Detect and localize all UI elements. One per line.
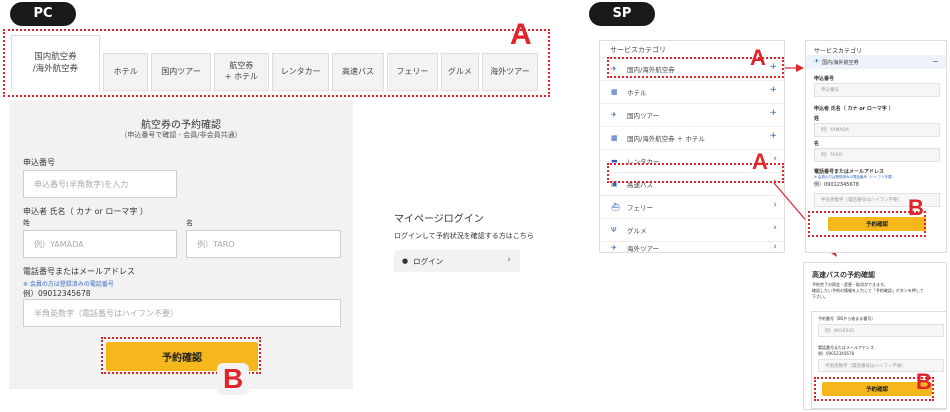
bus-desc2: 確認したい予約の情報を入力して「予約確認」ボタンを押して (812, 288, 924, 293)
sp-contact-note: ※ 会員の方は登録済みの電話番号（ハイフン不要） (814, 175, 896, 179)
mypage-login-button[interactable]: ● ログイン › (394, 250, 520, 272)
sp-app-no-input[interactable]: 申込番号 (814, 83, 940, 97)
sp-cat-label: 海外ツアー (627, 244, 660, 253)
plane-icon: ✈ (611, 111, 617, 119)
chevron-right-icon: › (773, 223, 777, 233)
sp-last-label: 姓 (814, 116, 820, 122)
form-subtitle: （申込番号で確認 - 会員/非会員共通） (120, 131, 242, 139)
sp-cat-label: ホテル (627, 89, 647, 97)
sp-app-no-label: 申込番号 (814, 76, 835, 82)
sp-first-label: 名 (814, 141, 820, 147)
fork-icon: Ψ (611, 226, 617, 234)
sp-cat-label: グルメ (627, 227, 647, 235)
sp-contact-label: 電話番号またはメールアドレス (814, 169, 885, 175)
chevron-right-icon: › (773, 242, 777, 252)
form-title: 航空券の予約確認 (141, 120, 221, 131)
last-name-input[interactable]: 例）YAMADA (23, 230, 177, 258)
plus-icon: + (769, 85, 777, 95)
marker-b-pc: B (217, 363, 250, 395)
sp-category-head: サービスカテゴリ (610, 46, 666, 54)
sp-contact-example: 例）09012345678 (814, 182, 859, 188)
last-name-label: 姓 (23, 219, 30, 227)
sp-cat-label: 国内/海外航空券 ＋ ホテル (627, 135, 705, 143)
sp-cat-ferry[interactable]: ⛴ フェリー › (600, 195, 784, 218)
bus-app-no-input[interactable]: 例）8910345 (818, 324, 944, 337)
marker-b-sp2: B (916, 369, 932, 394)
contact-example: 例）09012345678 (23, 289, 91, 298)
plus-icon: + (769, 131, 777, 141)
user-icon: ● (402, 257, 409, 265)
contact-note: ※ 会員の方は登録済みの電話番号 (23, 281, 114, 288)
mypage-desc: ログインして予約状況を確認する方はこちら (394, 232, 534, 240)
chevron-right-icon: › (507, 255, 511, 265)
pc-tabs-highlight (3, 29, 550, 97)
pc-label: PC (10, 2, 76, 26)
sp-form-head: サービスカテゴリ (814, 48, 863, 55)
sp-cat-gourmet[interactable]: Ψ グルメ › (600, 218, 784, 241)
plane-icon: ✈ (611, 243, 617, 252)
marker-a-pc: A (510, 18, 532, 51)
bus-title: 高速バスの予約確認 (812, 271, 875, 279)
first-name-label: 名 (186, 219, 193, 227)
plus-icon: + (769, 108, 777, 118)
bus-contact-example: 例）09012345678 (818, 351, 854, 356)
bus-app-no-label: 予約番号（BSから始まる番号） (818, 316, 876, 321)
minus-icon[interactable]: − (932, 57, 939, 66)
chevron-right-icon: › (773, 200, 777, 210)
sp-form-cat: 国内/海外航空券 (822, 60, 859, 66)
sp-cat-label: フェリー (627, 204, 653, 212)
contact-input[interactable]: 半角英数字（電話番号はハイフン不要） (23, 299, 341, 327)
ship-icon: ⛴ (611, 203, 620, 211)
plane-icon: ✈ (814, 58, 820, 65)
name-label: 申込者 氏名（ カナ or ローマ字 ） (23, 207, 148, 216)
login-label: ログイン (413, 256, 444, 266)
marker-a-sp2: A (752, 149, 768, 174)
sp-cat-hotel[interactable]: ▦ ホテル + (600, 80, 784, 103)
marker-b-sp1: B (908, 195, 924, 220)
marker-a-sp1: A (750, 45, 766, 70)
sp-label: SP (589, 2, 655, 26)
contact-label: 電話番号またはメールアドレス (23, 267, 135, 276)
app-no-input[interactable]: 申込番号(半角数字)を入力 (23, 170, 177, 198)
building-icon: ▦ (611, 134, 618, 142)
sp-cat-air-hotel[interactable]: ▦ 国内/海外航空券 ＋ ホテル + (600, 126, 784, 149)
first-name-input[interactable]: 例）TARO (186, 230, 341, 258)
sp-last-input[interactable]: 例）YAMADA (814, 123, 940, 137)
sp-first-input[interactable]: 例）TARO (814, 148, 940, 162)
app-no-label: 申込番号 (23, 158, 55, 167)
sp-cat-tour[interactable]: ✈ 国内ツアー + (600, 103, 784, 126)
bus-desc3: 下さい。 (812, 294, 828, 299)
sp-cat-overseas[interactable]: ✈ 海外ツアー › (600, 241, 784, 253)
mypage-title: マイページログイン (394, 214, 484, 225)
sp-name-label: 申込者 氏名（ カナ or ローマ字 ） (814, 106, 894, 112)
building-icon: ▦ (611, 88, 618, 96)
sp-cat-label: 国内ツアー (627, 112, 660, 120)
